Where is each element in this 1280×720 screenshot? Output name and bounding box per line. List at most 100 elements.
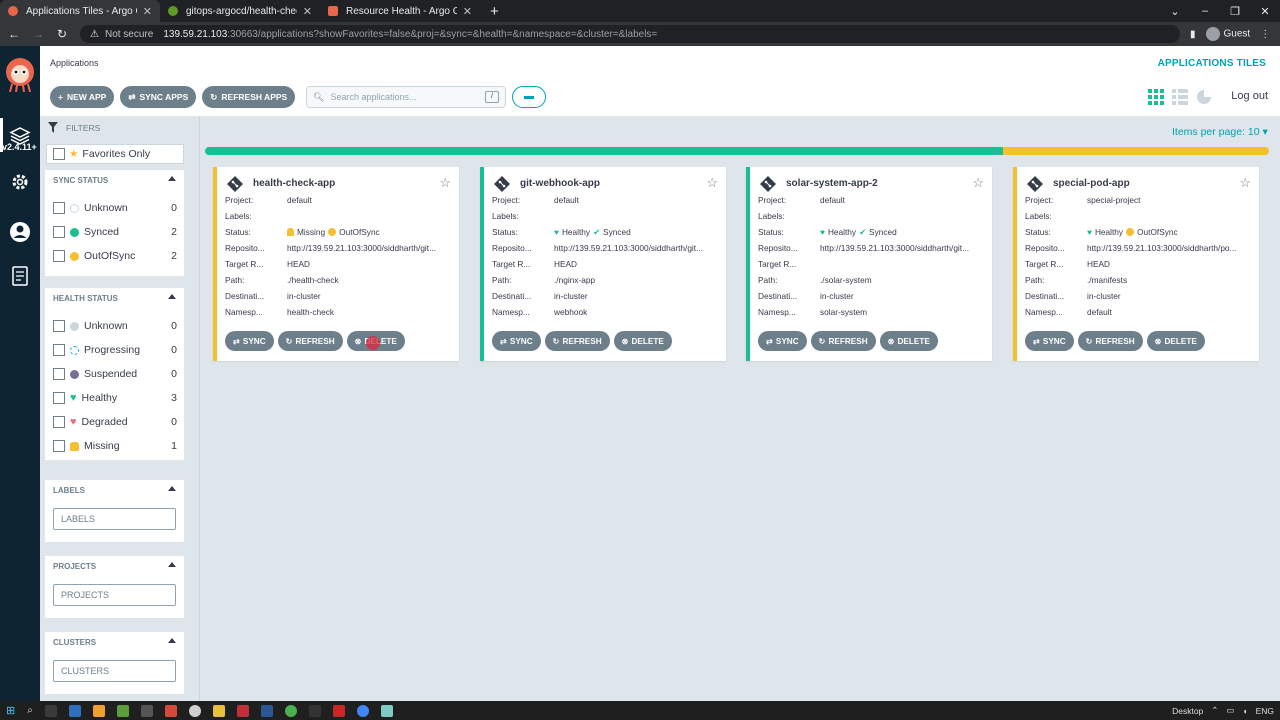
app-name[interactable]: special-pod-app: [1053, 178, 1130, 189]
new-app-button[interactable]: + NEW APP: [50, 86, 115, 108]
taskbar-app-icon[interactable]: [92, 704, 105, 717]
maximize-icon[interactable]: ❐: [1220, 5, 1250, 18]
field-value[interactable]: http://139.59.21.103:3000/siddharth/git.…: [287, 243, 436, 253]
favorite-star-icon[interactable]: ☆: [706, 175, 718, 191]
filter-health-progressing[interactable]: Progressing 0: [53, 342, 177, 358]
filter-sync-synced[interactable]: Synced 2: [53, 224, 177, 240]
menu-icon[interactable]: ⋮: [1260, 29, 1270, 40]
filter-health-healthy[interactable]: ♥ Healthy 3: [53, 390, 177, 406]
collapse-icon[interactable]: [168, 562, 176, 567]
logout-link[interactable]: Log out: [1231, 90, 1268, 102]
close-icon[interactable]: ✕: [303, 5, 312, 18]
collapse-icon[interactable]: [168, 176, 176, 181]
profile-button[interactable]: Guest: [1205, 27, 1250, 41]
field-value[interactable]: http://139.59.21.103:3000/siddharth/git.…: [820, 243, 969, 253]
tiles-view-icon[interactable]: [1148, 89, 1164, 105]
desktop-label[interactable]: Desktop: [1172, 706, 1203, 716]
application-tile[interactable]: special-pod-app ☆ Project: special-project L…: [1013, 167, 1259, 361]
list-view-icon[interactable]: [1172, 89, 1188, 105]
browser-tab-1[interactable]: gitops-argocd/health-check at m ✕: [160, 0, 320, 22]
user-info-icon[interactable]: [8, 220, 32, 244]
taskbar-app-icon[interactable]: [188, 704, 201, 717]
taskbar-app-icon[interactable]: [212, 704, 225, 717]
forward-icon[interactable]: →: [28, 27, 48, 41]
reload-icon[interactable]: ↻: [52, 27, 72, 41]
taskbar-app-icon[interactable]: [380, 704, 393, 717]
settings-icon[interactable]: [8, 170, 32, 194]
application-tile[interactable]: health-check-app ☆ Project: default Labels: S…: [213, 167, 459, 361]
filter-sync-outofsync[interactable]: OutOfSync 2: [53, 248, 177, 264]
windows-start-icon[interactable]: ⊞: [6, 704, 15, 717]
checkbox[interactable]: [53, 344, 65, 356]
tab-search-icon[interactable]: ⌄: [1160, 5, 1190, 18]
refresh-apps-button[interactable]: ↻ REFRESH APPS: [202, 86, 296, 108]
taskbar-app-icon[interactable]: [140, 704, 153, 717]
application-tile[interactable]: git-webhook-app ☆ Project: default Labels: St…: [480, 167, 726, 361]
summary-view-icon[interactable]: [1196, 89, 1212, 105]
projects-filter-input[interactable]: PROJECTS: [53, 584, 176, 606]
sync-button[interactable]: ⇄ SYNC: [758, 331, 807, 351]
filter-health-unknown[interactable]: Unknown 0: [53, 318, 177, 334]
filter-health-degraded[interactable]: ♥ Degraded 0: [53, 414, 177, 430]
language-label[interactable]: ENG: [1256, 706, 1274, 716]
close-icon[interactable]: ✕: [143, 5, 152, 18]
delete-button[interactable]: ⊗ DELETE: [879, 331, 938, 351]
collapse-icon[interactable]: [168, 638, 176, 643]
delete-button[interactable]: ⊗ DELETE: [1146, 331, 1205, 351]
favorite-star-icon[interactable]: ☆: [439, 175, 451, 191]
favorite-star-icon[interactable]: ☆: [1239, 175, 1251, 191]
app-name[interactable]: solar-system-app-2: [786, 178, 878, 189]
refresh-button[interactable]: ↻ REFRESH: [277, 331, 343, 351]
taskbar-app-icon[interactable]: [332, 704, 345, 717]
taskbar-app-icon[interactable]: [116, 704, 129, 717]
url-field[interactable]: ⚠ Not secure 139.59.21.103 :30663/applic…: [80, 25, 1180, 43]
taskbar-app-icon[interactable]: [284, 704, 297, 717]
taskbar-app-icon[interactable]: [236, 704, 249, 717]
app-name[interactable]: git-webhook-app: [520, 178, 600, 189]
taskbar-app-icon[interactable]: [260, 704, 273, 717]
refresh-button[interactable]: ↻ REFRESH: [810, 331, 876, 351]
close-icon[interactable]: ✕: [463, 5, 472, 18]
checkbox[interactable]: [53, 250, 65, 262]
sidebar-toggle-icon[interactable]: ▮: [1190, 29, 1196, 40]
checkbox[interactable]: [53, 226, 65, 238]
new-tab-icon[interactable]: +: [490, 3, 499, 20]
delete-button[interactable]: ⊗ DELETE: [613, 331, 672, 351]
search-taskbar-icon[interactable]: ⌕: [27, 705, 33, 716]
sync-button[interactable]: ⇄ SYNC: [492, 331, 541, 351]
argo-logo-icon[interactable]: [4, 56, 36, 92]
checkbox[interactable]: [53, 440, 65, 452]
items-per-page-select[interactable]: Items per page: 10 ▾: [1172, 126, 1268, 138]
browser-tab-0[interactable]: Applications Tiles - Argo CD ✕: [0, 0, 160, 22]
sync-button[interactable]: ⇄ SYNC: [1025, 331, 1074, 351]
checkbox[interactable]: [53, 320, 65, 332]
labels-filter-input[interactable]: LABELS: [53, 508, 176, 530]
applications-icon[interactable]: [8, 124, 32, 148]
field-value[interactable]: http://139.59.21.103:3000/siddharth/git.…: [554, 243, 703, 253]
sync-apps-button[interactable]: ⇄ SYNC APPS: [120, 86, 197, 108]
application-tile[interactable]: solar-system-app-2 ☆ Project: default Labels…: [746, 167, 992, 361]
clusters-filter-input[interactable]: CLUSTERS: [53, 660, 176, 682]
minimize-icon[interactable]: –: [1190, 5, 1220, 17]
filter-health-missing[interactable]: Missing 1: [53, 438, 177, 454]
filter-health-suspended[interactable]: Suspended 0: [53, 366, 177, 382]
taskbar-app-icon[interactable]: [44, 704, 57, 717]
refresh-button[interactable]: ↻ REFRESH: [544, 331, 610, 351]
checkbox[interactable]: [53, 202, 65, 214]
tray-chevron-icon[interactable]: ⌃: [1211, 705, 1218, 716]
browser-tab-2[interactable]: Resource Health - Argo CD - De ✕: [320, 0, 480, 22]
favorite-star-icon[interactable]: ☆: [972, 175, 984, 191]
window-close-icon[interactable]: ✕: [1250, 5, 1280, 18]
checkbox[interactable]: [53, 416, 65, 428]
favorites-checkbox[interactable]: [53, 148, 65, 160]
documentation-icon[interactable]: [8, 264, 32, 288]
taskbar-app-icon[interactable]: [68, 704, 81, 717]
back-icon[interactable]: ←: [4, 27, 24, 41]
taskbar-app-icon[interactable]: [164, 704, 177, 717]
app-name[interactable]: health-check-app: [253, 178, 335, 189]
refresh-button[interactable]: ↻ REFRESH: [1077, 331, 1143, 351]
favorites-only-filter[interactable]: ★ Favorites Only: [46, 144, 184, 164]
network-icon[interactable]: ▭: [1226, 705, 1234, 716]
breadcrumb[interactable]: Applications: [50, 58, 99, 68]
taskbar-chrome-icon[interactable]: [356, 704, 369, 717]
